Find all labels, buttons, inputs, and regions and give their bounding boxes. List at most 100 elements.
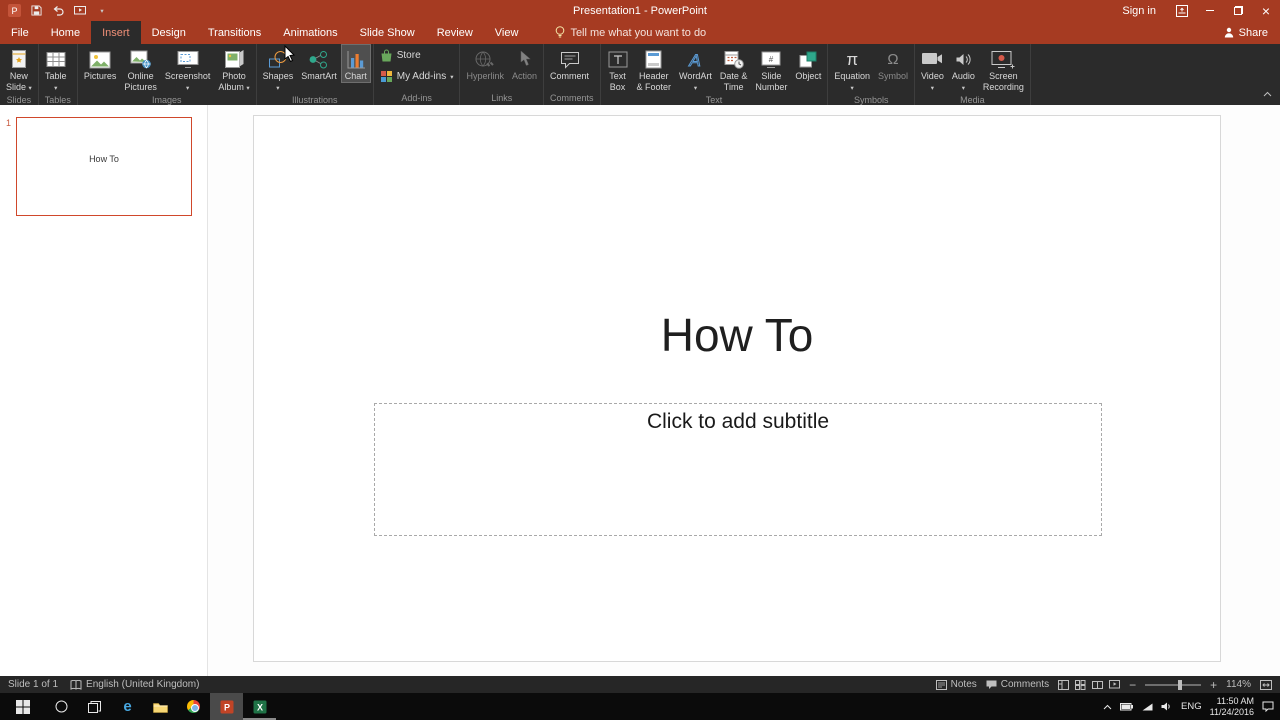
audio-button[interactable]: Audio ▾ xyxy=(948,44,979,94)
slide-number-button[interactable]: # Slide Number xyxy=(751,44,791,94)
windows-taskbar: e P X ENG 11:50 AM 11/24/2016 xyxy=(0,693,1280,720)
share-button[interactable]: Share xyxy=(1224,21,1268,44)
screen-recording-button[interactable]: Screen Recording xyxy=(979,44,1028,94)
store-button[interactable]: Store xyxy=(380,49,421,62)
my-addins-button[interactable]: My Add-ins ▾ xyxy=(380,70,453,83)
zoom-slider[interactable] xyxy=(1145,679,1202,690)
titlebar: P ▾ Presentation1 - PowerPoint Sign in × xyxy=(0,0,1280,21)
battery-indicator[interactable] xyxy=(1120,702,1134,711)
start-slideshow-button[interactable] xyxy=(70,0,90,21)
action-center-button[interactable] xyxy=(1262,701,1274,712)
tab-slide-show[interactable]: Slide Show xyxy=(349,21,426,44)
notification-icon xyxy=(1262,701,1274,712)
collapse-ribbon-button[interactable] xyxy=(1263,84,1272,102)
network-icon xyxy=(1142,703,1153,710)
object-button[interactable]: Object xyxy=(791,44,825,83)
ribbon-tab-bar: File Home Insert Design Transitions Anim… xyxy=(0,21,1280,44)
tab-file[interactable]: File xyxy=(0,21,40,44)
wordart-button[interactable]: A WordArt ▾ xyxy=(675,44,716,94)
pictures-button[interactable]: Pictures xyxy=(80,44,121,83)
zoom-slider-thumb[interactable] xyxy=(1177,679,1182,690)
store-icon xyxy=(381,49,392,62)
subtitle-placeholder[interactable]: Click to add subtitle xyxy=(374,403,1102,536)
tray-expand-button[interactable] xyxy=(1103,704,1112,710)
online-pictures-button[interactable]: Online Pictures xyxy=(120,44,161,94)
table-button[interactable]: Table ▾ xyxy=(41,44,71,94)
symbol-button[interactable]: Ω Symbol xyxy=(874,44,912,83)
tab-animations[interactable]: Animations xyxy=(272,21,348,44)
close-button[interactable]: × xyxy=(1252,0,1280,21)
slideshow-view-button[interactable] xyxy=(1109,679,1121,690)
edge-taskbar-button[interactable]: e xyxy=(111,693,144,720)
comment-button[interactable]: Comment xyxy=(546,44,593,83)
powerpoint-taskbar-button[interactable]: P xyxy=(210,693,243,720)
app-icon[interactable]: P xyxy=(4,0,24,21)
reading-view-button[interactable] xyxy=(1092,680,1104,690)
taskbar-clock[interactable]: 11:50 AM 11/24/2016 xyxy=(1210,696,1254,718)
slide-title-text[interactable]: How To xyxy=(254,308,1220,362)
quick-access-toolbar: P ▾ xyxy=(0,0,112,21)
lightbulb-icon xyxy=(556,26,565,38)
minimize-button[interactable] xyxy=(1196,0,1224,21)
system-tray: ENG 11:50 AM 11/24/2016 xyxy=(1097,693,1280,720)
date-time-button[interactable]: Date & Time xyxy=(716,44,752,94)
tab-review[interactable]: Review xyxy=(426,21,484,44)
proofing-book-icon xyxy=(70,679,82,690)
tab-home[interactable]: Home xyxy=(40,21,91,44)
search-button[interactable] xyxy=(45,693,78,720)
equation-button[interactable]: π Equation ▾ xyxy=(830,44,874,94)
ribbon-group-illustrations: Shapes ▾ SmartArt Chart Illustrations xyxy=(257,44,374,105)
file-explorer-taskbar-button[interactable] xyxy=(144,693,177,720)
volume-indicator[interactable] xyxy=(1161,702,1173,711)
slide-indicator[interactable]: Slide 1 of 1 xyxy=(8,679,58,690)
svg-text:P: P xyxy=(223,702,229,712)
slide-canvas[interactable]: How To Click to add subtitle xyxy=(253,115,1221,662)
restore-icon xyxy=(1233,6,1243,15)
slide-sorter-view-button[interactable] xyxy=(1075,679,1086,690)
action-icon xyxy=(516,48,532,71)
excel-taskbar-button[interactable]: X xyxy=(243,693,276,720)
tab-transitions[interactable]: Transitions xyxy=(197,21,272,44)
shapes-button[interactable]: Shapes ▾ xyxy=(259,44,298,94)
undo-button[interactable] xyxy=(48,0,68,21)
zoom-out-button[interactable]: − xyxy=(1129,679,1136,691)
language-tray-indicator[interactable]: ENG xyxy=(1181,701,1202,712)
language-indicator[interactable]: English (United Kingdom) xyxy=(70,679,199,690)
hyperlink-button[interactable]: Hyperlink xyxy=(462,44,508,83)
action-button[interactable]: Action xyxy=(508,44,541,83)
normal-view-button[interactable] xyxy=(1058,679,1070,690)
fit-to-window-button[interactable] xyxy=(1260,679,1272,690)
network-indicator[interactable] xyxy=(1142,703,1153,711)
save-button[interactable] xyxy=(26,0,46,21)
edge-icon: e xyxy=(123,698,132,715)
customize-qat-button[interactable]: ▾ xyxy=(92,0,112,21)
notes-button[interactable]: Notes xyxy=(935,679,977,690)
sign-in-link[interactable]: Sign in xyxy=(1110,5,1168,17)
task-view-button[interactable] xyxy=(78,693,111,720)
chevron-down-icon: ▾ xyxy=(850,84,854,92)
chrome-taskbar-button[interactable] xyxy=(177,693,210,720)
tab-design[interactable]: Design xyxy=(141,21,197,44)
comments-button[interactable]: Comments xyxy=(986,679,1049,690)
new-slide-button[interactable]: New Slide ▾ xyxy=(2,44,36,94)
photo-album-button[interactable]: Photo Album ▾ xyxy=(214,44,253,94)
tab-view[interactable]: View xyxy=(484,21,530,44)
status-bar-right: Notes Comments − + 114% xyxy=(935,679,1272,691)
ribbon-display-options-button[interactable] xyxy=(1168,0,1196,21)
screenshot-button[interactable]: Screenshot ▾ xyxy=(161,44,215,94)
video-button[interactable]: Video ▾ xyxy=(917,44,948,94)
text-box-button[interactable]: Text Box xyxy=(603,44,633,94)
tab-insert[interactable]: Insert xyxy=(91,21,141,44)
start-button[interactable] xyxy=(0,693,45,720)
tell-me-box[interactable]: Tell me what you want to do xyxy=(555,21,706,44)
smartart-button[interactable]: SmartArt xyxy=(297,44,341,83)
zoom-in-button[interactable]: + xyxy=(1210,679,1217,691)
header-footer-button[interactable]: Header & Footer xyxy=(633,44,676,94)
chart-button[interactable]: Chart xyxy=(340,44,371,83)
zoom-level[interactable]: 114% xyxy=(1226,679,1251,690)
powerpoint-window: P ▾ Presentation1 - PowerPoint Sign in × xyxy=(0,0,1280,720)
slide-thumbnail[interactable]: How To xyxy=(16,117,192,216)
text-box-icon xyxy=(608,48,628,71)
ribbon-group-links: Hyperlink Action Links xyxy=(460,44,544,105)
maximize-button[interactable] xyxy=(1224,0,1252,21)
